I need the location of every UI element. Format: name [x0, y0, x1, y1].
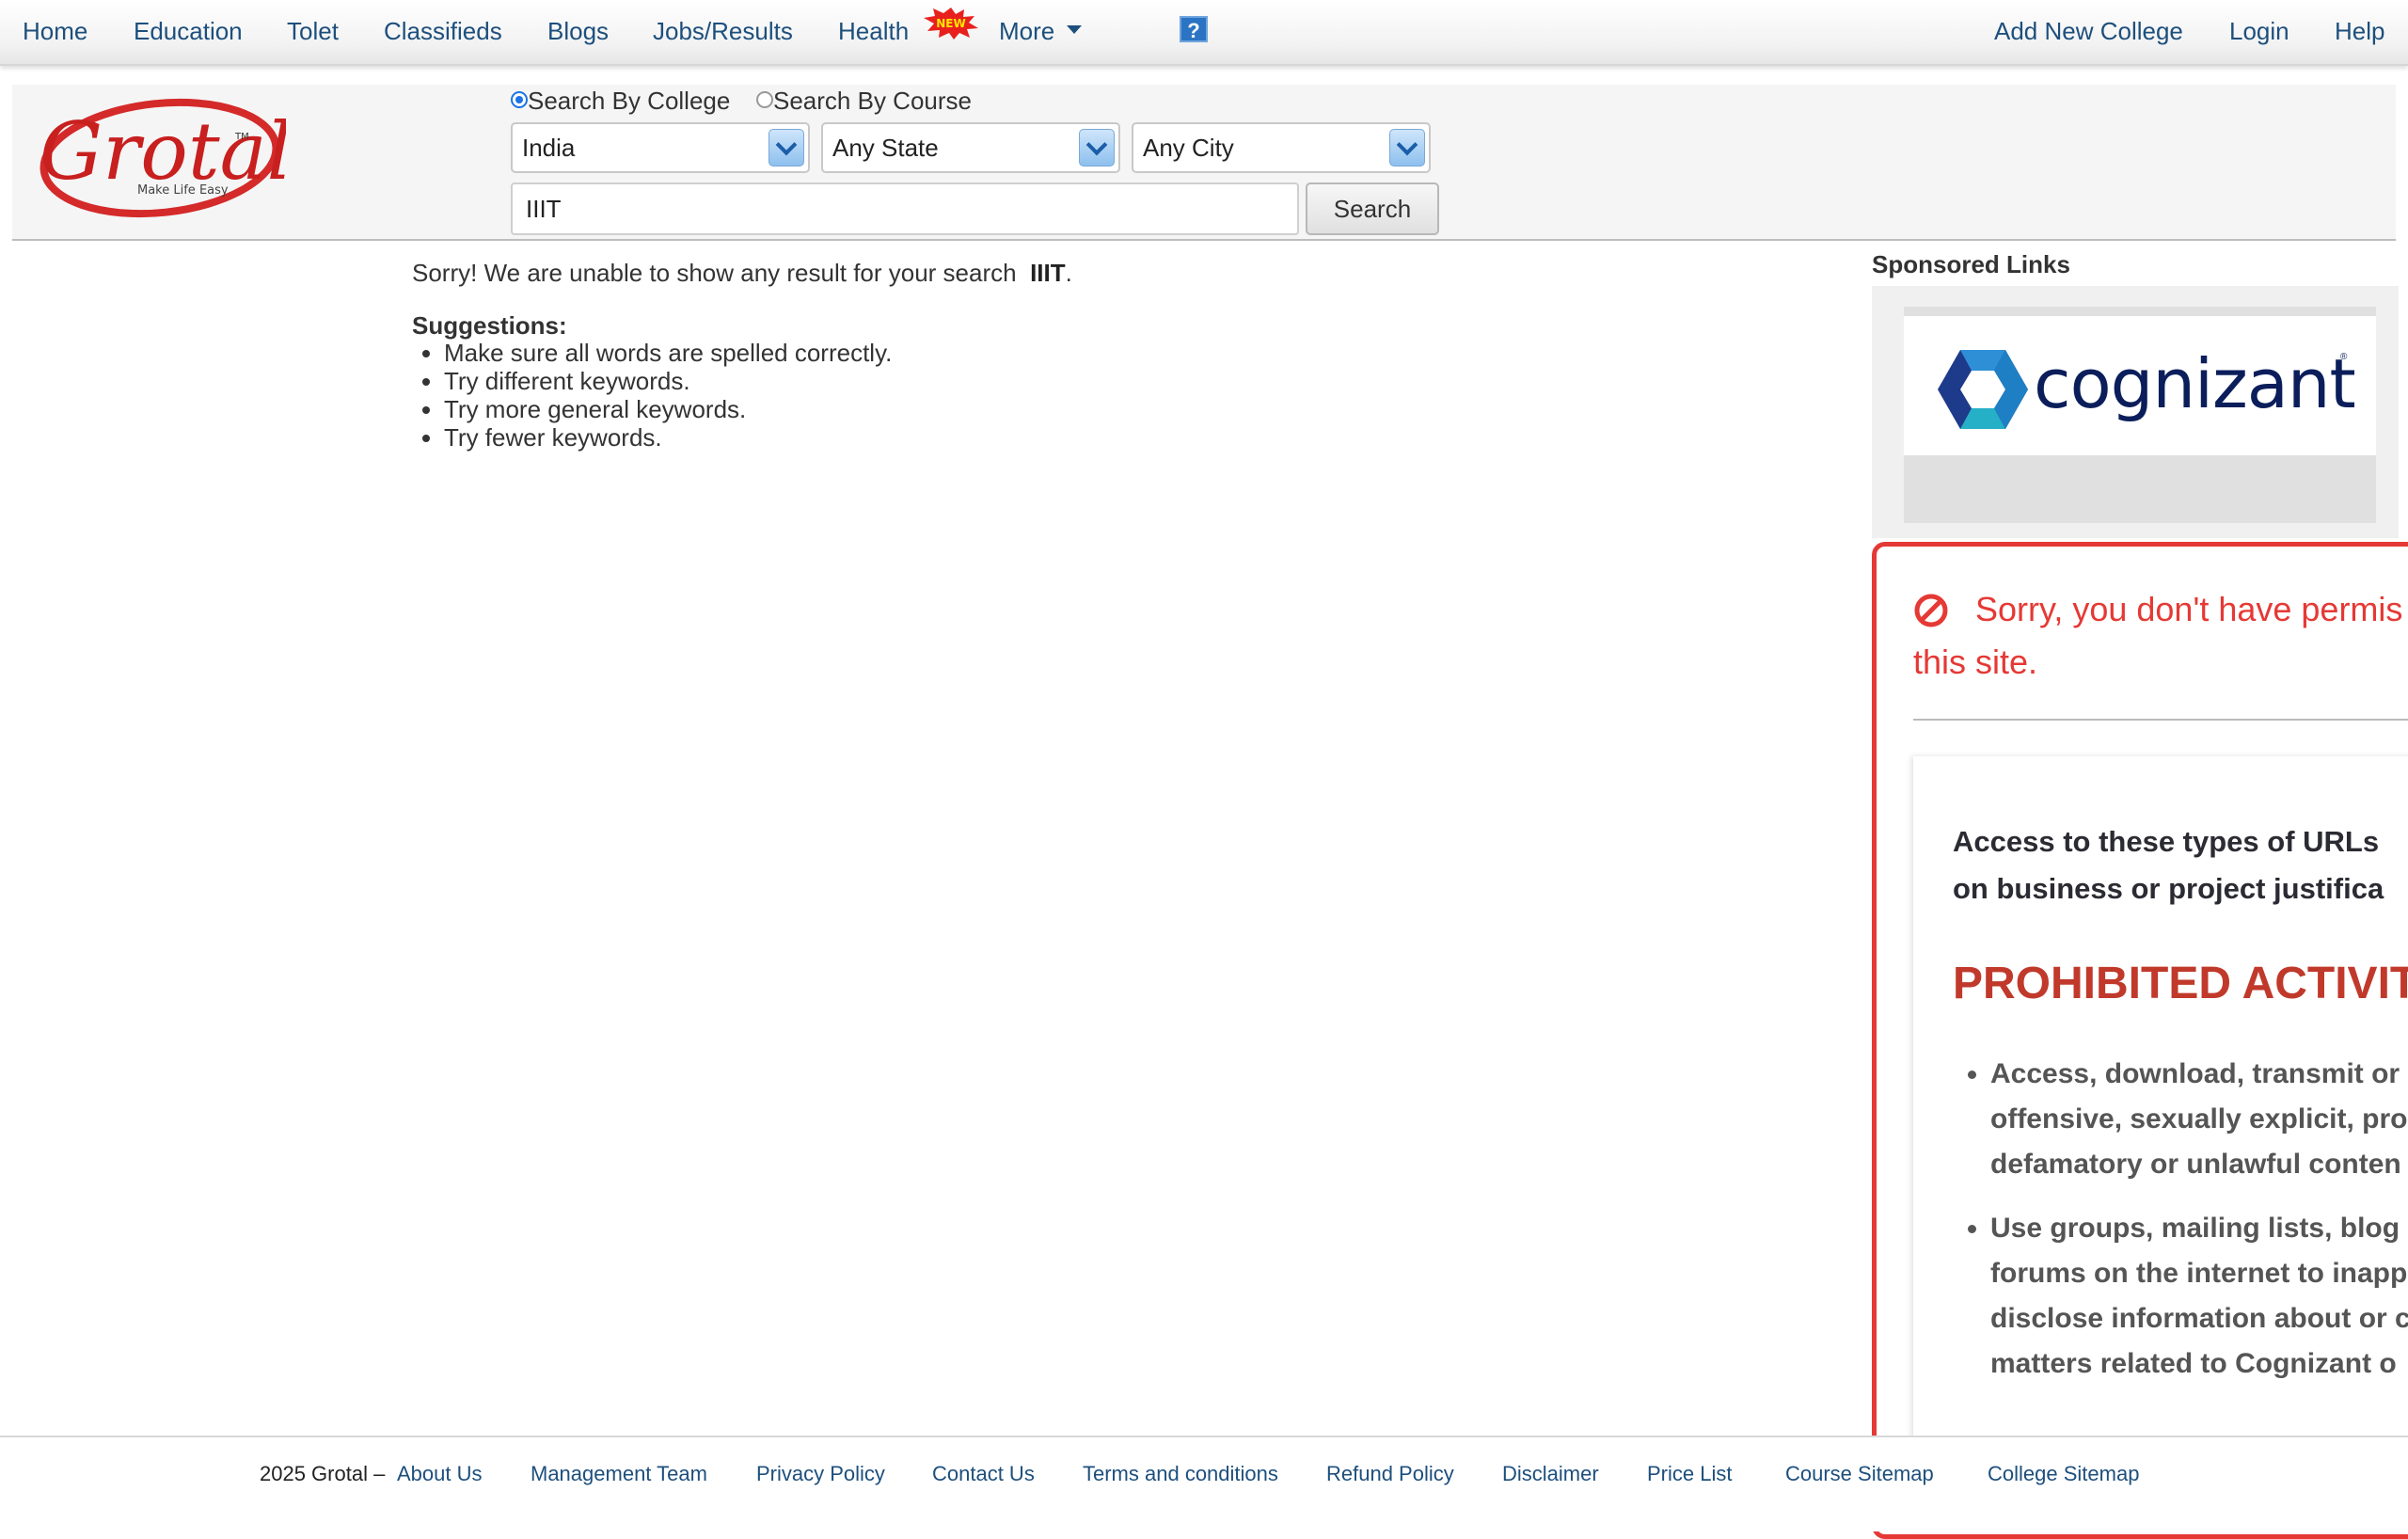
blocked-message: Sorry, you don't have permis this site. [1913, 583, 2408, 689]
country-select-value: India [522, 134, 576, 162]
prohibited-icon [1914, 594, 1948, 627]
footer-disclaimer[interactable]: Disclaimer [1502, 1462, 1599, 1486]
country-select[interactable]: India [511, 122, 810, 173]
nav-health[interactable]: Health [838, 0, 909, 64]
grotal-logo[interactable]: Grotal TM Make Life Easy [23, 87, 286, 224]
top-navigation-bar: Home Education Tolet Classifieds Blogs J… [0, 0, 2408, 66]
radio-search-by-college[interactable]: Search By College [511, 87, 730, 116]
new-badge-label: NEW [936, 17, 965, 30]
footer-terms[interactable]: Terms and conditions [1083, 1462, 1278, 1486]
cognizant-logo-icon [1938, 350, 2028, 429]
suggestions-title: Suggestions: [412, 311, 567, 340]
blocked-line-1: Sorry, you don't have permis [1975, 590, 2403, 628]
policy-list: Access, download, transmit or offensive,… [1953, 1052, 2408, 1405]
nav-home[interactable]: Home [23, 0, 87, 64]
chevron-down-icon[interactable] [1389, 129, 1425, 167]
radio-college-label: Search By College [528, 87, 731, 115]
registered-mark: ® [2340, 352, 2348, 362]
sponsored-links-title: Sponsored Links [1872, 250, 2070, 278]
nav-jobs-results[interactable]: Jobs/Results [653, 0, 793, 64]
nav-help[interactable]: Help [2335, 0, 2384, 64]
divider [1913, 719, 2408, 721]
nav-tolet[interactable]: Tolet [287, 0, 339, 64]
policy-item: Access, download, transmit or offensive,… [1990, 1052, 2408, 1187]
policy-intro-line: on business or project justifica [1953, 872, 2384, 905]
help-question-icon[interactable]: ? [1180, 16, 1208, 42]
radio-checked-icon[interactable] [511, 91, 528, 108]
policy-line: forums on the internet to inapp [1990, 1258, 2408, 1289]
footer-privacy-policy[interactable]: Privacy Policy [756, 1462, 885, 1486]
policy-line: matters related to Cognizant o [1990, 1348, 2397, 1379]
chevron-down-icon[interactable] [1067, 25, 1082, 34]
policy-intro-line: Access to these types of URLs [1953, 825, 2380, 858]
footer-about-us[interactable]: About Us [397, 1462, 483, 1486]
suggestions-list: Make sure all words are spelled correctl… [412, 339, 892, 452]
search-input[interactable]: IIIT [511, 182, 1299, 235]
period: . [1065, 259, 1072, 287]
state-select[interactable]: Any State [821, 122, 1120, 173]
suggestion-item: Try more general keywords. [444, 395, 892, 423]
suggestion-item: Make sure all words are spelled correctl… [444, 339, 892, 367]
footer-management-team[interactable]: Management Team [531, 1462, 707, 1486]
policy-line: Use groups, mailing lists, blog [1990, 1213, 2400, 1244]
radio-search-by-course[interactable]: Search By Course [756, 87, 972, 116]
radio-course-label: Search By Course [773, 87, 972, 115]
chevron-down-icon[interactable] [768, 129, 804, 167]
city-select-value: Any City [1143, 134, 1234, 162]
footer-course-sitemap[interactable]: Course Sitemap [1785, 1462, 1934, 1486]
policy-intro: Access to these types of URLs on busines… [1953, 818, 2384, 912]
nav-login[interactable]: Login [2229, 0, 2289, 64]
nav-education[interactable]: Education [134, 0, 243, 64]
prohibited-heading: PROHIBITED ACTIVIT [1953, 959, 2408, 1008]
nav-more[interactable]: More [999, 0, 1054, 64]
new-starburst-icon: NEW [924, 8, 978, 40]
logo-tm: TM [234, 132, 249, 142]
policy-line: defamatory or unlawful conten [1990, 1149, 2401, 1180]
search-button[interactable]: Search [1306, 182, 1439, 235]
footer-refund-policy[interactable]: Refund Policy [1326, 1462, 1454, 1486]
nav-classifieds[interactable]: Classifieds [384, 0, 502, 64]
footer-college-sitemap[interactable]: College Sitemap [1988, 1462, 2139, 1486]
nav-blogs[interactable]: Blogs [547, 0, 609, 64]
suggestion-item: Try fewer keywords. [444, 423, 892, 452]
footer-contact-us[interactable]: Contact Us [932, 1462, 1035, 1486]
footer-copyright: 2025 Grotal – [260, 1462, 386, 1485]
chevron-down-icon[interactable] [1079, 129, 1115, 167]
policy-item: Use groups, mailing lists, blog forums o… [1990, 1206, 2408, 1387]
no-results-text: Sorry! We are unable to show any result … [412, 259, 1017, 287]
blocked-line-2: this site. [1913, 643, 2038, 681]
search-term: IIIT [1030, 259, 1066, 287]
cognizant-wordmark: cognizant [2034, 344, 2356, 423]
state-select-value: Any State [832, 134, 939, 162]
logo-tagline: Make Life Easy [137, 183, 229, 198]
no-results-message: Sorry! We are unable to show any result … [412, 259, 1072, 288]
city-select[interactable]: Any City [1132, 122, 1431, 173]
radio-unchecked-icon[interactable] [756, 91, 773, 108]
footer-price-list[interactable]: Price List [1647, 1462, 1732, 1486]
policy-line: offensive, sexually explicit, pro [1990, 1103, 2408, 1134]
suggestion-item: Try different keywords. [444, 367, 892, 395]
nav-add-new-college[interactable]: Add New College [1994, 0, 2183, 64]
policy-line: Access, download, transmit or [1990, 1058, 2400, 1089]
policy-line: disclose information about or c [1990, 1303, 2408, 1334]
